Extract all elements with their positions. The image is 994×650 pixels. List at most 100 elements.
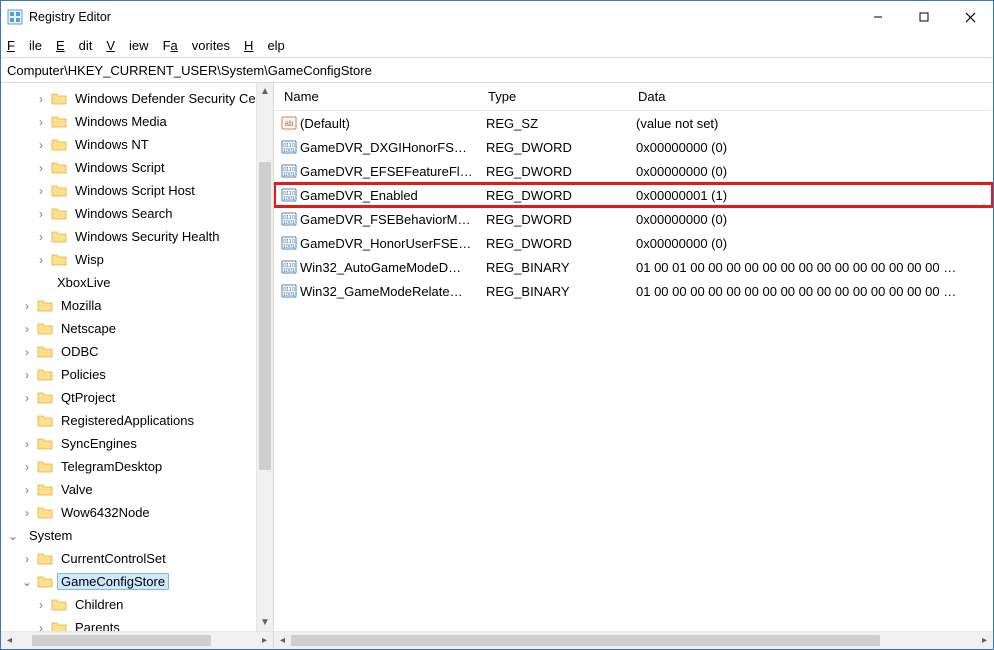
tree-item[interactable]: ›Policies bbox=[1, 363, 273, 386]
tree-item[interactable]: ›Windows Media bbox=[1, 110, 273, 133]
value-name: (Default) bbox=[300, 116, 486, 131]
chevron-right-icon[interactable]: › bbox=[19, 368, 35, 382]
column-header-name[interactable]: Name bbox=[280, 89, 484, 104]
scroll-up-icon[interactable]: ▲ bbox=[257, 83, 273, 100]
scroll-down-icon[interactable]: ▼ bbox=[257, 614, 273, 631]
value-type: REG_DWORD bbox=[486, 188, 636, 203]
tree-item[interactable]: ›Mozilla bbox=[1, 294, 273, 317]
chevron-right-icon[interactable]: › bbox=[19, 506, 35, 520]
scroll-left-icon[interactable]: ◂ bbox=[1, 632, 18, 649]
minimize-button[interactable] bbox=[855, 1, 901, 33]
value-name: GameDVR_FSEBehaviorM… bbox=[300, 212, 486, 227]
value-data: 01 00 00 00 00 00 00 00 00 00 00 00 00 0… bbox=[636, 284, 993, 299]
column-header-type[interactable]: Type bbox=[484, 89, 634, 104]
scroll-right-icon[interactable]: ▸ bbox=[976, 632, 993, 649]
tree-item[interactable]: ›Windows Defender Security Ce bbox=[1, 87, 273, 110]
tree-item[interactable]: › SyncEngines bbox=[1, 432, 273, 455]
binary-value-icon: 01101001 bbox=[280, 163, 298, 179]
chevron-right-icon[interactable]: › bbox=[33, 230, 49, 244]
value-data: 0x00000000 (0) bbox=[636, 140, 993, 155]
scroll-thumb[interactable] bbox=[291, 635, 880, 646]
list-horizontal-scrollbar[interactable]: ◂ ▸ bbox=[274, 631, 993, 649]
chevron-right-icon[interactable]: › bbox=[19, 299, 35, 313]
chevron-right-icon[interactable]: › bbox=[33, 253, 49, 267]
scroll-thumb[interactable] bbox=[32, 635, 211, 646]
menu-help[interactable]: Help bbox=[244, 38, 285, 53]
list-row[interactable]: 01101001Win32_AutoGameModeD…REG_BINARY01… bbox=[274, 255, 993, 279]
regedit-icon bbox=[7, 9, 29, 25]
chevron-right-icon[interactable]: › bbox=[33, 115, 49, 129]
column-header-data[interactable]: Data bbox=[634, 89, 993, 104]
tree-item[interactable]: ›Parents bbox=[1, 616, 273, 631]
tree-item[interactable]: ›ODBC bbox=[1, 340, 273, 363]
chevron-right-icon[interactable]: › bbox=[33, 207, 49, 221]
tree-item[interactable]: ›Windows NT bbox=[1, 133, 273, 156]
tree-item[interactable]: ›Wisp bbox=[1, 248, 273, 271]
tree-item[interactable]: ⌄System bbox=[1, 524, 273, 547]
registry-editor-window: { "window": { "title": "Registry Editor"… bbox=[0, 0, 994, 650]
chevron-right-icon[interactable]: › bbox=[19, 322, 35, 336]
list-row[interactable]: 01101001GameDVR_HonorUserFSE…REG_DWORD0x… bbox=[274, 231, 993, 255]
tree-item[interactable]: ›Windows Script bbox=[1, 156, 273, 179]
tree-item-label: SyncEngines bbox=[57, 436, 141, 451]
list-view[interactable]: ab(Default)REG_SZ(value not set)01101001… bbox=[274, 111, 993, 631]
scroll-track[interactable] bbox=[18, 632, 256, 649]
value-name: Win32_GameModeRelate… bbox=[300, 284, 486, 299]
binary-value-icon: 01101001 bbox=[280, 235, 298, 251]
chevron-right-icon[interactable]: › bbox=[19, 552, 35, 566]
tree-item[interactable]: ›QtProject bbox=[1, 386, 273, 409]
tree-item[interactable]: ›Valve bbox=[1, 478, 273, 501]
menu-edit[interactable]: Edit bbox=[56, 38, 92, 53]
menu-favorites[interactable]: Favorites bbox=[163, 38, 230, 53]
list-row[interactable]: 01101001GameDVR_EFSEFeatureFl…REG_DWORD0… bbox=[274, 159, 993, 183]
chevron-right-icon[interactable]: › bbox=[19, 483, 35, 497]
chevron-right-icon[interactable]: › bbox=[33, 621, 49, 632]
tree-item[interactable]: ·RegisteredApplications bbox=[1, 409, 273, 432]
chevron-right-icon[interactable]: › bbox=[33, 92, 49, 106]
tree-horizontal-scrollbar[interactable]: ◂ ▸ bbox=[1, 631, 273, 649]
scroll-track[interactable] bbox=[291, 632, 976, 649]
list-row[interactable]: 01101001GameDVR_EnabledREG_DWORD0x000000… bbox=[274, 183, 993, 207]
list-row[interactable]: 01101001GameDVR_DXGIHonorFS…REG_DWORD0x0… bbox=[274, 135, 993, 159]
chevron-right-icon[interactable]: › bbox=[33, 161, 49, 175]
list-row[interactable]: 01101001GameDVR_FSEBehaviorM…REG_DWORD0x… bbox=[274, 207, 993, 231]
close-button[interactable] bbox=[947, 1, 993, 33]
tree-item[interactable]: › CurrentControlSet bbox=[1, 547, 273, 570]
chevron-right-icon[interactable]: › bbox=[33, 184, 49, 198]
scroll-left-icon[interactable]: ◂ bbox=[274, 632, 291, 649]
chevron-right-icon[interactable]: › bbox=[33, 598, 49, 612]
chevron-right-icon[interactable]: › bbox=[19, 437, 35, 451]
tree-item[interactable]: ›Children bbox=[1, 593, 273, 616]
value-type: REG_DWORD bbox=[486, 236, 636, 251]
menu-view[interactable]: View bbox=[106, 38, 148, 53]
tree-view[interactable]: ›Windows Defender Security Ce›Windows Me… bbox=[1, 83, 273, 631]
chevron-right-icon[interactable]: · bbox=[19, 414, 35, 428]
tree-item[interactable]: ›TelegramDesktop bbox=[1, 455, 273, 478]
chevron-down-icon[interactable]: ⌄ bbox=[5, 529, 21, 543]
chevron-right-icon[interactable]: › bbox=[19, 345, 35, 359]
folder-icon bbox=[37, 367, 53, 383]
tree-item[interactable]: ⌄GameConfigStore bbox=[1, 570, 273, 593]
tree-item[interactable]: ›Netscape bbox=[1, 317, 273, 340]
scroll-right-icon[interactable]: ▸ bbox=[256, 632, 273, 649]
chevron-right-icon[interactable]: · bbox=[33, 276, 49, 290]
maximize-button[interactable] bbox=[901, 1, 947, 33]
tree-item[interactable]: ›Windows Search bbox=[1, 202, 273, 225]
tree-item[interactable]: ›Windows Script Host bbox=[1, 179, 273, 202]
tree-vertical-scrollbar[interactable]: ▲ ▼ bbox=[256, 83, 273, 631]
tree-item[interactable]: ·XboxLive bbox=[1, 271, 273, 294]
tree-item[interactable]: ›Windows Security Health bbox=[1, 225, 273, 248]
menu-file[interactable]: File bbox=[7, 38, 42, 53]
chevron-right-icon[interactable]: › bbox=[33, 138, 49, 152]
list-row[interactable]: ab(Default)REG_SZ(value not set) bbox=[274, 111, 993, 135]
chevron-right-icon[interactable]: › bbox=[19, 460, 35, 474]
binary-value-icon: 01101001 bbox=[280, 187, 298, 203]
scroll-track[interactable] bbox=[257, 100, 273, 614]
address-input[interactable] bbox=[1, 61, 993, 80]
list-row[interactable]: 01101001Win32_GameModeRelate…REG_BINARY0… bbox=[274, 279, 993, 303]
tree-item[interactable]: ›Wow6432Node bbox=[1, 501, 273, 524]
chevron-down-icon[interactable]: ⌄ bbox=[19, 575, 35, 589]
chevron-right-icon[interactable]: › bbox=[19, 391, 35, 405]
scroll-thumb[interactable] bbox=[259, 162, 271, 470]
tree-item-label: CurrentControlSet bbox=[57, 551, 170, 566]
